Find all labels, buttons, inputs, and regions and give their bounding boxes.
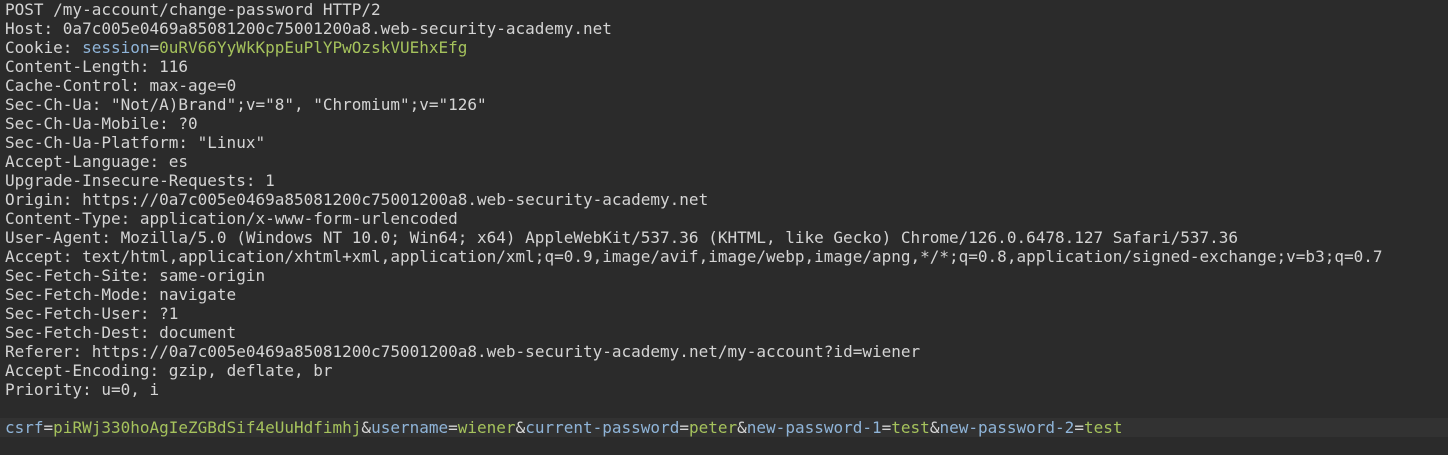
header-line-cookie[interactable]: Cookie: session=0uRV66YyWkKppEuPlYPwOzsk… (0, 38, 1448, 57)
header-value: https://0a7c005e0469a85081200c75001200a8… (82, 190, 709, 209)
header-line-user-agent[interactable]: User-Agent: Mozilla/5.0 (Windows NT 10.0… (0, 228, 1448, 247)
header-name: Sec-Fetch-Dest (5, 323, 140, 342)
header-line-sec-fetch-dest[interactable]: Sec-Fetch-Dest: document (0, 323, 1448, 342)
header-line-sec-fetch-user[interactable]: Sec-Fetch-User: ?1 (0, 304, 1448, 323)
header-value: ?1 (159, 304, 179, 323)
body-param-key: username (371, 418, 449, 437)
body-param-key: current-password (525, 418, 680, 437)
header-name: Origin (5, 190, 63, 209)
body-param-key: new-password-1 (746, 418, 882, 437)
header-name: Sec-Fetch-Site (5, 266, 140, 285)
request-line[interactable]: POST /my-account/change-password HTTP/2 (0, 0, 1448, 19)
header-line-accept[interactable]: Accept: text/html,application/xhtml+xml,… (0, 247, 1448, 266)
header-line-accept-encoding[interactable]: Accept-Encoding: gzip, deflate, br (0, 361, 1448, 380)
header-name: User-Agent (5, 228, 102, 247)
header-value: 1 (265, 171, 275, 190)
header-name: Sec-Ch-Ua-Platform (5, 133, 179, 152)
header-line-sec-fetch-site[interactable]: Sec-Fetch-Site: same-origin (0, 266, 1448, 285)
cookie-key: session (82, 38, 150, 57)
header-value: es (168, 152, 189, 171)
header-name: Content-Type (5, 209, 121, 228)
header-value: ?0 (178, 114, 198, 133)
blank-line[interactable] (0, 399, 1448, 418)
header-name: Sec-Ch-Ua-Mobile (5, 114, 160, 133)
header-value: navigate (159, 285, 237, 304)
header-line-referer[interactable]: Referer: https://0a7c005e0469a85081200c7… (0, 342, 1448, 361)
header-name: Accept (5, 247, 63, 266)
header-value: document (159, 323, 237, 342)
header-line-sec-ch-ua-platform[interactable]: Sec-Ch-Ua-Platform: "Linux" (0, 133, 1448, 152)
header-value: "Not/A)Brand";v="8", "Chromium";v="126" (110, 95, 487, 114)
header-line-content-length[interactable]: Content-Length: 116 (0, 57, 1448, 76)
header-name: Content-Length (5, 57, 140, 76)
header-value: max-age=0 (149, 76, 237, 95)
body-param-key: csrf (5, 418, 44, 437)
header-line-host[interactable]: Host: 0a7c005e0469a85081200c75001200a8.w… (0, 19, 1448, 38)
header-name: Host (5, 19, 44, 38)
header-name: Sec-Fetch-Mode (5, 285, 140, 304)
header-value: gzip, deflate, br (168, 361, 333, 380)
header-line-sec-ch-ua-mobile[interactable]: Sec-Ch-Ua-Mobile: ?0 (0, 114, 1448, 133)
header-value: "Linux" (197, 133, 266, 152)
header-line-priority[interactable]: Priority: u=0, i (0, 380, 1448, 399)
header-name: Cookie (5, 38, 63, 57)
header-name: Accept-Language (5, 152, 150, 171)
cookie-value: 0uRV66YyWkKppEuPlYPwOzskVUEhxEfg (159, 38, 468, 57)
header-line-sec-fetch-mode[interactable]: Sec-Fetch-Mode: navigate (0, 285, 1448, 304)
header-value: u=0, i (101, 380, 160, 399)
header-name: Cache-Control (5, 76, 131, 95)
header-value: 0a7c005e0469a85081200c75001200a8.web-sec… (62, 19, 612, 38)
header-line-origin[interactable]: Origin: https://0a7c005e0469a85081200c75… (0, 190, 1448, 209)
request-body-line[interactable]: csrf=piRWj330hoAgIeZGBdSif4eUuHdfimhj&us… (0, 418, 1448, 437)
header-value: text/html,application/xhtml+xml,applicat… (82, 247, 1383, 266)
body-param-value: piRWj330hoAgIeZGBdSif4eUuHdfimhj (53, 418, 362, 437)
header-name: Referer (5, 342, 73, 361)
request-line-text: POST /my-account/change-password HTTP/2 (5, 0, 381, 19)
body-param-value: test (1083, 418, 1123, 437)
header-line-content-type[interactable]: Content-Type: application/x-www-form-url… (0, 209, 1448, 228)
header-line-cache-control[interactable]: Cache-Control: max-age=0 (0, 76, 1448, 95)
header-value: Mozilla/5.0 (Windows NT 10.0; Win64; x64… (120, 228, 1238, 247)
header-name: Sec-Ch-Ua (5, 95, 92, 114)
header-value: application/x-www-form-urlencoded (139, 209, 458, 228)
header-line-accept-language[interactable]: Accept-Language: es (0, 152, 1448, 171)
header-name: Upgrade-Insecure-Requests (5, 171, 246, 190)
header-value: same-origin (159, 266, 266, 285)
body-param-value: wiener (457, 418, 516, 437)
body-param-key: new-password-2 (939, 418, 1075, 437)
header-name: Accept-Encoding (5, 361, 150, 380)
body-param-value: test (891, 418, 930, 437)
body-param-value: peter (688, 418, 738, 437)
header-name: Sec-Fetch-User (5, 304, 140, 323)
header-line-sec-ch-ua[interactable]: Sec-Ch-Ua: "Not/A)Brand";v="8", "Chromiu… (0, 95, 1448, 114)
header-name: Priority (5, 380, 83, 399)
header-value: 116 (159, 57, 189, 76)
header-line-upgrade-insecure-requests[interactable]: Upgrade-Insecure-Requests: 1 (0, 171, 1448, 190)
http-request-editor[interactable]: POST /my-account/change-password HTTP/2 … (0, 0, 1448, 455)
header-value: https://0a7c005e0469a85081200c75001200a8… (91, 342, 921, 361)
